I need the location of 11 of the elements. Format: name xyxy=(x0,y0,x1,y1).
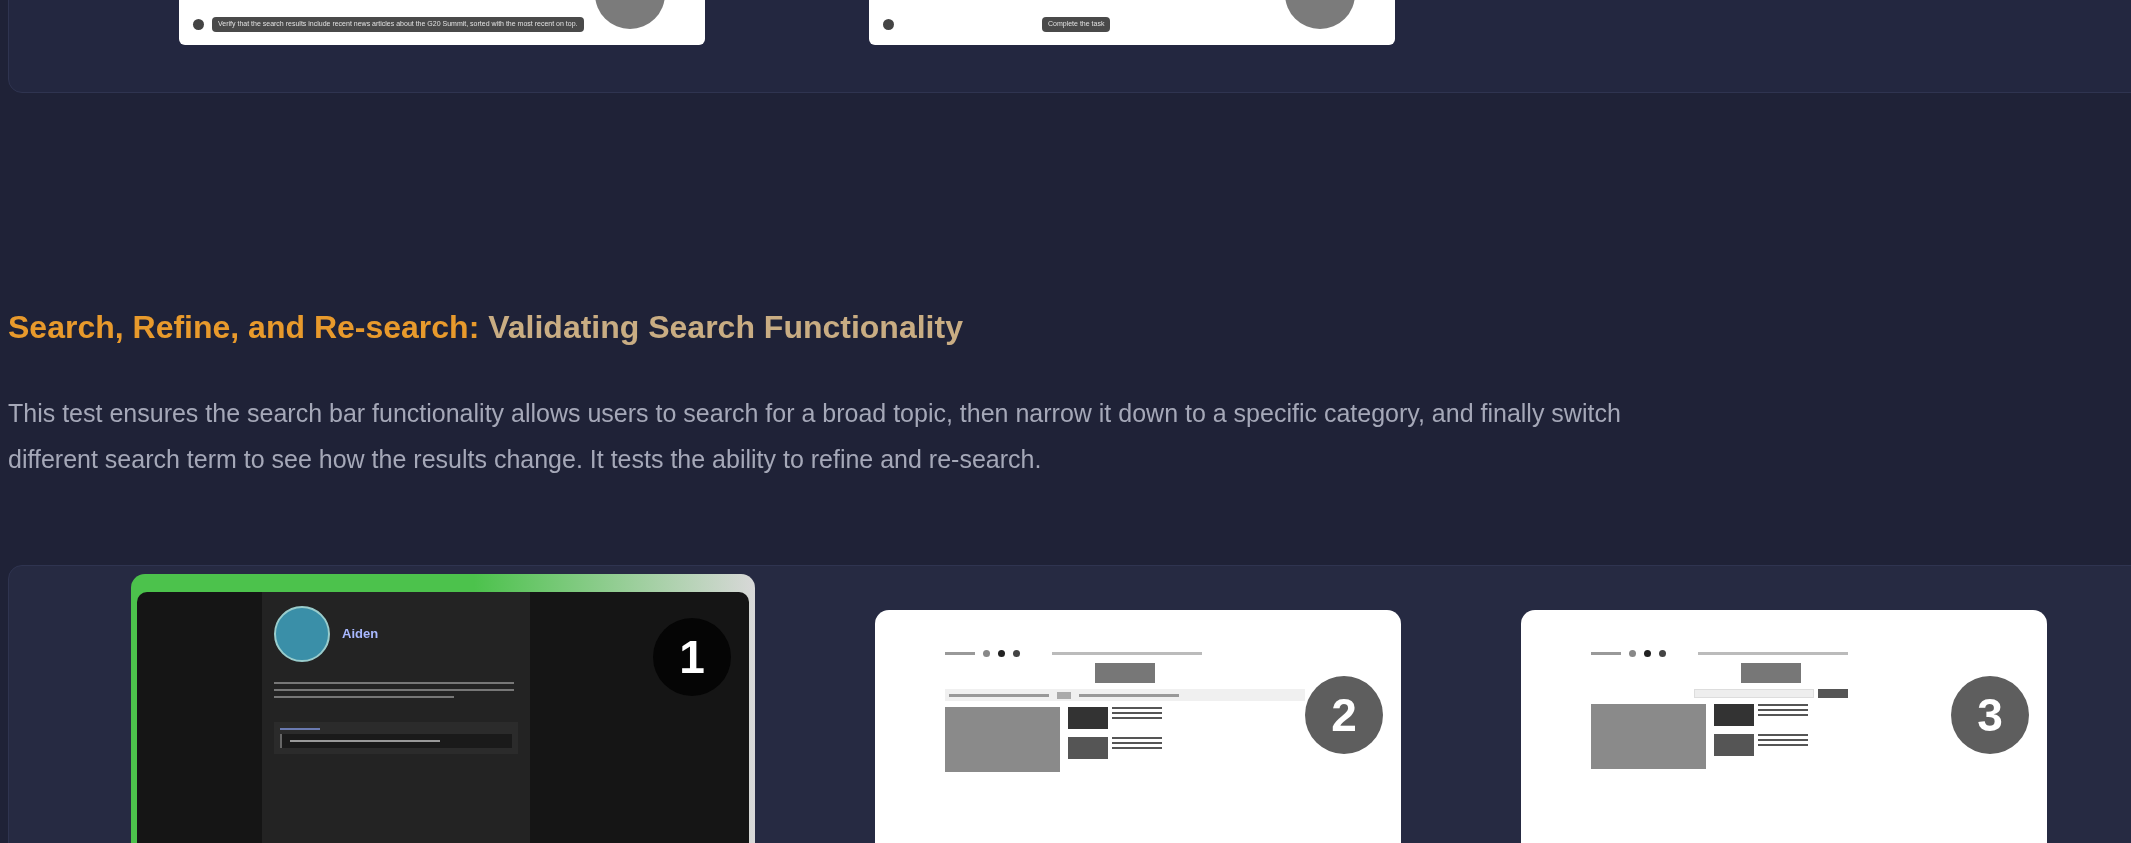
section-description: different search term to see how the results change. It tests the ability to refine and re-search. xyxy=(8,444,1043,475)
screenshot-thumbnail[interactable]: Aiden 1 xyxy=(131,574,755,843)
section-description: This test ensures the search bar functionality allows users to search for a broad topic, then narrow it down to a specific category, and finally switch xyxy=(8,398,1622,429)
profile-name: Aiden xyxy=(342,625,379,644)
avatar-icon xyxy=(274,606,330,662)
step-number-badge: 2 xyxy=(1305,676,1383,754)
screenshot-thumbnail[interactable]: 2 xyxy=(875,610,1401,843)
step-number-badge: 1 xyxy=(653,618,731,696)
step-number-badge: 3 xyxy=(1951,676,2029,754)
screenshot-thumbnail[interactable]: 3 xyxy=(1521,610,2047,843)
section-title: Search, Refine, and Re-search: Validating Search Functionality xyxy=(8,308,964,347)
